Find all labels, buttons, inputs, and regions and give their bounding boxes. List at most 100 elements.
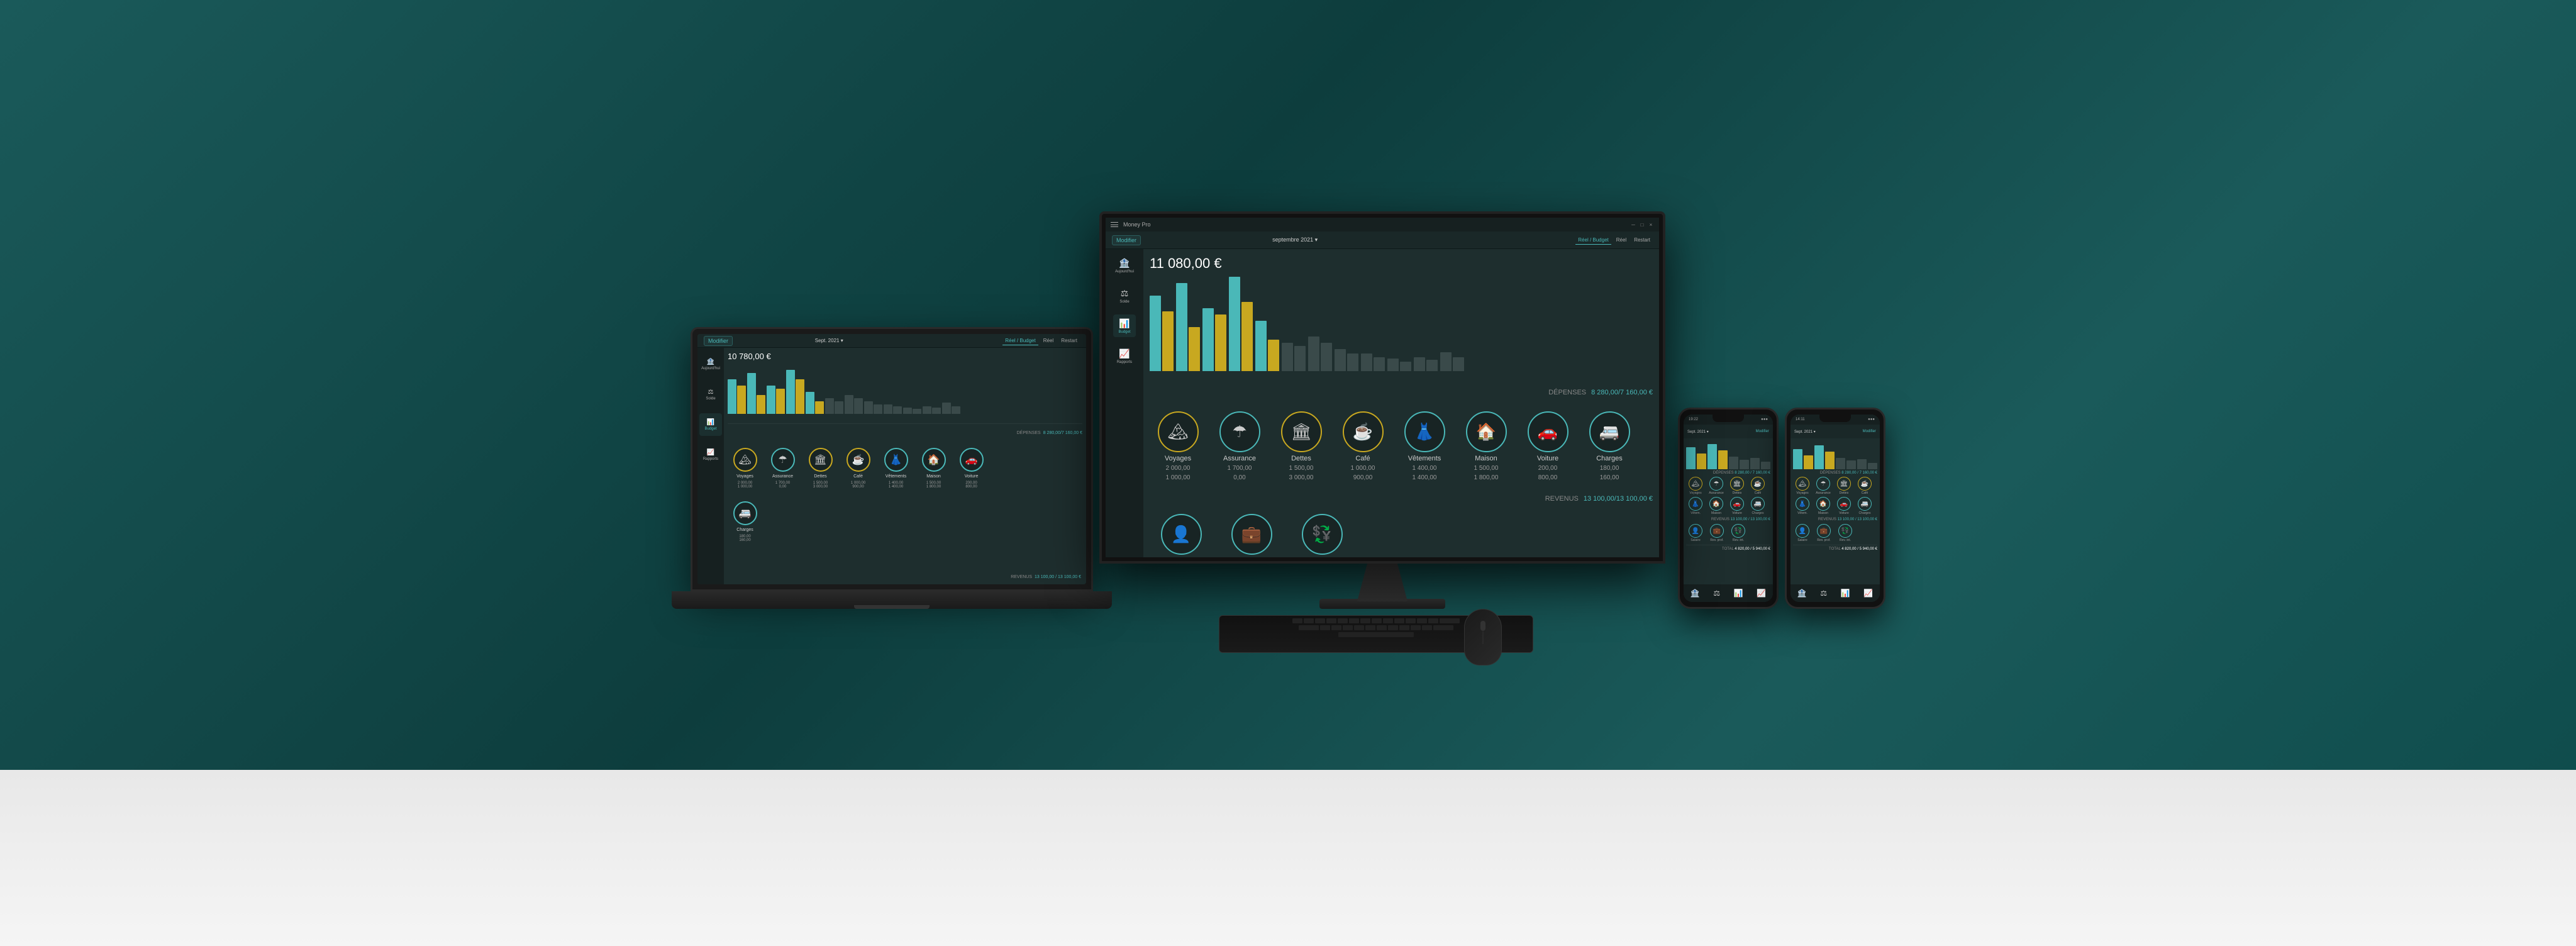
monitor-tab-reel[interactable]: Réel [1614, 236, 1629, 245]
monitor-cat-maison: 🏠 Maison 1 500,00 1 800,00 [1458, 411, 1514, 481]
key [1331, 625, 1341, 630]
mouse-body [1464, 609, 1502, 665]
phone1-cat-charges: 🚐 Charges [1748, 497, 1767, 515]
phone2-nav-reports[interactable]: 📈 [1863, 589, 1873, 598]
phone1-nav-home[interactable]: 🏦 [1690, 589, 1700, 598]
phone1-nav-balance[interactable]: ⚖ [1713, 589, 1720, 598]
key [1399, 625, 1409, 630]
monitor-tab-restart[interactable]: Restart [1631, 236, 1653, 245]
phone2-nav-home[interactable]: 🏦 [1797, 589, 1807, 598]
laptop-cat-dettes: 🏛 Dettes 1 500,003 000,00 [803, 448, 838, 489]
phone1-nav-reports[interactable]: 📈 [1757, 589, 1766, 598]
monitor-sidebar-today[interactable]: 🏦 Aujourd'hui [1113, 254, 1136, 277]
monitor-date[interactable]: septembre 2021 ▾ [1272, 237, 1318, 243]
phone-time-2: 14:11 [1796, 418, 1805, 421]
minimize-btn[interactable]: ─ [1630, 221, 1636, 228]
phone-toolbar-2: Sept. 2021 ▾ Modifier [1790, 425, 1880, 438]
key [1292, 618, 1302, 623]
monitor-titlebar: Money Pro ─ □ × [1106, 218, 1659, 231]
laptop-sidebar-solde[interactable]: ⚖ Solde [699, 383, 722, 406]
key [1354, 625, 1364, 630]
mouse-scroll-wheel [1480, 621, 1485, 631]
phone1-cat-cafe: ☕ Café [1748, 477, 1767, 495]
maximize-btn[interactable]: □ [1639, 221, 1645, 228]
key [1440, 618, 1460, 623]
phone-date-1: Sept. 2021 ▾ [1687, 430, 1709, 434]
key [1338, 618, 1348, 623]
phone2-nav-budget[interactable]: 📊 [1841, 589, 1850, 598]
phone2-cat-voyages: 🏔 Voyages [1793, 477, 1812, 495]
laptop-modifier-btn[interactable]: Modifier [704, 336, 733, 346]
phone2-categories: 🏔 Voyages ☂ Assurance 🏛 Dettes [1793, 477, 1877, 515]
monitor-sidebar-solde[interactable]: ⚖ Solde [1113, 284, 1136, 307]
menu-icon[interactable] [1111, 222, 1118, 227]
monitor-sidebar-budget[interactable]: 📊 Budget [1113, 314, 1136, 337]
close-btn[interactable]: × [1648, 221, 1654, 228]
monitor-toolbar: Modifier septembre 2021 ▾ Réel / Budget … [1106, 231, 1659, 249]
key [1365, 625, 1375, 630]
spacebar [1338, 632, 1414, 637]
monitor-cat-dettes: 🏛 Dettes 1 500,00 3 000,00 [1273, 411, 1330, 481]
phone2-rev-salaire: 👤 Salaire [1793, 524, 1812, 542]
phone1-cat-dettes: 🏛 Dettes [1728, 477, 1746, 495]
phone2-cat-maison: 🏠 Maison [1814, 497, 1833, 515]
phone-body-1: 19:22 ●●● Sept. 2021 ▾ Modifier [1678, 408, 1779, 609]
laptop-tab-restart[interactable]: Restart [1058, 337, 1080, 345]
laptop-cat-voyages: 🏔 Voyages 2 000,001 000,00 [728, 448, 762, 489]
phone-right-2: 14:11 ●●● Sept. 2021 ▾ Modifier [1785, 408, 1885, 609]
key [1315, 618, 1325, 623]
monitor-sidebar-rapports[interactable]: 📈 Rapports [1113, 345, 1136, 367]
key [1320, 625, 1330, 630]
laptop-categories: 🏔 Voyages 2 000,001 000,00 ☂ Assurance 1… [728, 443, 1082, 494]
key [1304, 618, 1314, 623]
monitor-tab-reel-budget[interactable]: Réel / Budget [1575, 236, 1611, 245]
phone-app-2: 14:11 ●●● Sept. 2021 ▾ Modifier [1790, 415, 1880, 602]
monitor-cat-vetements: 👗 Vêtements 1 400,00 1 400,00 [1396, 411, 1453, 481]
phone1-bottom-nav: 🏦 ⚖ 📊 📈 [1684, 584, 1773, 602]
key [1428, 618, 1438, 623]
phone1-nav-budget[interactable]: 📊 [1734, 589, 1743, 598]
phone2-cat-vetements: 👗 Vêtem. [1793, 497, 1812, 515]
key [1388, 625, 1398, 630]
monitor-cat-voyages: 🏔 Voyages 2 000,00 1 000,00 [1150, 411, 1206, 481]
laptop-screen: Modifier Sept. 2021 ▾ Réel / Budget Réel… [691, 327, 1093, 591]
phone-screen-1: 19:22 ●●● Sept. 2021 ▾ Modifier [1684, 415, 1773, 602]
monitor-stand [1357, 564, 1407, 601]
phone1-revenues: 👤 Salaire 💼 Rev. prof. 💱 Rev. int. [1686, 524, 1770, 542]
phone2-nav-balance[interactable]: ⚖ [1820, 589, 1827, 598]
laptop-tab-reel-budget[interactable]: Réel / Budget [1002, 337, 1038, 345]
laptop-toolbar: Modifier Sept. 2021 ▾ Réel / Budget Réel… [697, 334, 1086, 348]
phone1-rev-salaire: 👤 Salaire [1686, 524, 1705, 542]
monitor-revenus-value: 13 100,00/13 100,00 € [1584, 495, 1653, 503]
laptop-sidebar-budget[interactable]: 📊 Budget [699, 413, 722, 436]
phone-app-1: 19:22 ●●● Sept. 2021 ▾ Modifier [1684, 415, 1773, 602]
laptop-sidebar-rapports[interactable]: 📈 Rapports [699, 443, 722, 466]
monitor-app: Money Pro ─ □ × Modifier septembre 2021 … [1106, 218, 1659, 557]
laptop-date: Sept. 2021 ▾ [815, 338, 843, 343]
key [1383, 618, 1393, 623]
phone2-cat-voiture: 🚗 Voiture [1835, 497, 1853, 515]
monitor-screen: Money Pro ─ □ × Modifier septembre 2021 … [1099, 211, 1665, 564]
phone2-cat-dettes: 🏛 Dettes [1835, 477, 1853, 495]
key [1422, 625, 1432, 630]
monitor-amount: 11 080,00 € [1150, 255, 1653, 272]
monitor-categories: 🏔 Voyages 2 000,00 1 000,00 ☂ Assurance … [1150, 406, 1653, 486]
window-controls: ─ □ × [1630, 221, 1654, 228]
laptop-amount: 10 780,00 € [728, 352, 1082, 361]
table-surface [0, 770, 2576, 946]
laptop-tab-reel[interactable]: Réel [1041, 337, 1056, 345]
laptop-sidebar-today[interactable]: 🏦 Aujourd'hui [699, 353, 722, 376]
monitor-modifier-btn[interactable]: Modifier [1112, 235, 1141, 245]
laptop-cat-cafe: ☕ Café 1 000,00900,00 [841, 448, 875, 489]
monitor-sidebar: 🏦 Aujourd'hui ⚖ Solde 📊 Budget [1106, 249, 1143, 557]
phone-modifier-2[interactable]: Modifier [1863, 430, 1876, 433]
key [1411, 625, 1421, 630]
phone2-cat-cafe: ☕ Café [1855, 477, 1874, 495]
phone2-cat-charges: 🚐 Charges [1855, 497, 1874, 515]
phone-notch-1 [1713, 415, 1744, 422]
phone-notch-2 [1819, 415, 1851, 422]
phone-signal-1: ●●● [1761, 418, 1768, 421]
laptop-cat-voiture: 🚗 Voiture 200,00800,00 [954, 448, 989, 489]
phone-modifier-1[interactable]: Modifier [1756, 430, 1769, 433]
phone-body-2: 14:11 ●●● Sept. 2021 ▾ Modifier [1785, 408, 1885, 609]
